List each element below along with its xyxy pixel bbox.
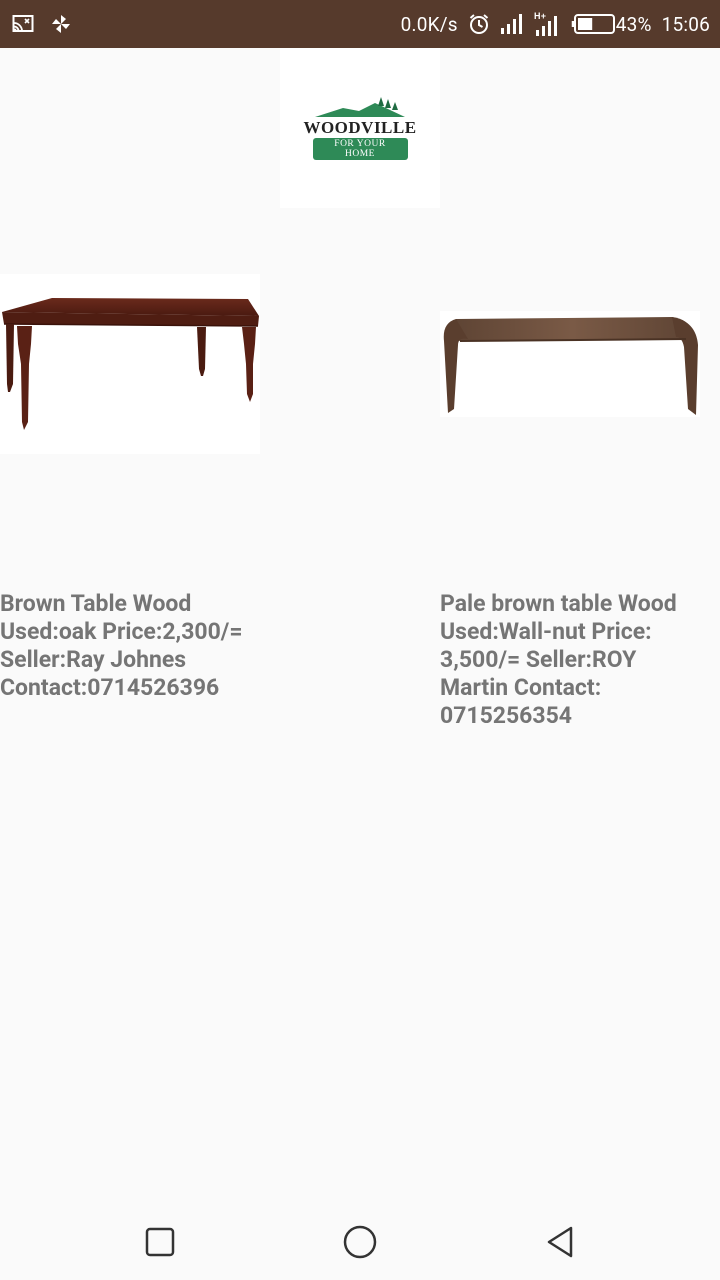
tree-icon: [315, 96, 405, 121]
navigation-bar: [0, 1204, 720, 1280]
pale-brown-coffee-table-image[interactable]: [440, 311, 700, 417]
network-speed: 0.0K/s: [400, 12, 458, 36]
battery-icon: [570, 13, 616, 35]
home-icon[interactable]: [340, 1222, 380, 1262]
signal-h-plus-icon: H+: [534, 11, 560, 37]
alarm-icon: [468, 13, 490, 35]
pinwheel-icon: [50, 13, 72, 35]
clock: 15:06: [661, 12, 710, 36]
signal-icon: [500, 13, 524, 35]
recent-apps-icon[interactable]: [140, 1222, 180, 1262]
cast-icon: [12, 14, 34, 34]
logo-tagline: FOR YOUR HOME: [312, 137, 408, 160]
back-icon[interactable]: [540, 1222, 580, 1262]
status-bar: 0.0K/s H+ 43% 15:06: [0, 0, 720, 48]
brown-dining-table-image[interactable]: [0, 274, 260, 454]
logo-brand: WOODVILLE: [303, 117, 417, 137]
woodville-logo: WOODVILLE FOR YOUR HOME: [280, 48, 440, 208]
product-description: Brown Table Wood Used:oak Price:2,300/= …: [0, 590, 243, 701]
battery-percent: 43%: [615, 12, 652, 36]
product-description: Pale brown table Wood Used:Wall-nut Pric…: [440, 590, 677, 729]
svg-text:H+: H+: [534, 11, 546, 21]
